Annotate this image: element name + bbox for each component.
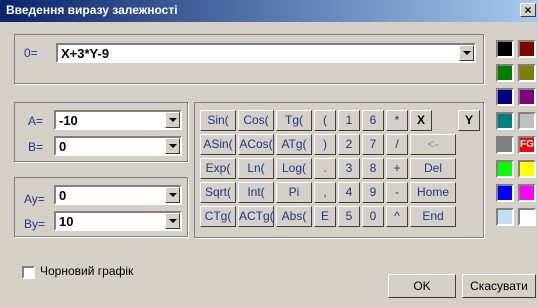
expression-input[interactable]: X+3*Y-9 — [56, 43, 476, 63]
key-4-5[interactable]: 0 — [362, 206, 384, 227]
key-4-7[interactable]: End — [410, 206, 456, 227]
expression-value: X+3*Y-9 — [61, 46, 110, 61]
chevron-down-icon[interactable] — [165, 138, 180, 154]
key-3-4[interactable]: 4 — [338, 182, 360, 203]
color-swatch[interactable] — [496, 184, 514, 202]
key-0-6[interactable]: * — [386, 110, 408, 131]
window-title: Введення виразу залежності — [6, 3, 178, 17]
key-2-0[interactable]: Exp( — [200, 158, 236, 179]
key-0-8[interactable]: Y — [458, 110, 480, 131]
title-bar: Введення виразу залежності × — [0, 0, 538, 22]
by-input[interactable]: 10 — [54, 211, 182, 231]
color-swatch[interactable] — [496, 136, 514, 154]
key-4-4[interactable]: 5 — [338, 206, 360, 227]
key-1-7[interactable]: <- — [410, 134, 456, 155]
draft-checkbox[interactable] — [22, 266, 35, 279]
color-swatch[interactable] — [496, 88, 514, 106]
b-input[interactable]: 0 — [54, 136, 182, 156]
key-2-5[interactable]: 8 — [362, 158, 384, 179]
close-button[interactable]: × — [520, 3, 536, 17]
cancel-button[interactable]: Скасувати — [462, 274, 536, 298]
color-swatch[interactable] — [518, 112, 536, 130]
draft-label: Чорновий графік — [40, 264, 134, 278]
color-swatch[interactable] — [496, 160, 514, 178]
ay-value: 0 — [59, 188, 67, 203]
key-2-7[interactable]: Del — [410, 158, 456, 179]
expression-label: 0= — [24, 46, 38, 60]
key-3-0[interactable]: Sqrt( — [200, 182, 236, 203]
a-input[interactable]: -10 — [54, 110, 182, 130]
a-label: A= — [28, 114, 44, 128]
ay-input[interactable]: 0 — [54, 185, 182, 205]
color-swatch[interactable]: FG — [518, 136, 536, 154]
chevron-down-icon[interactable] — [165, 213, 180, 229]
key-2-1[interactable]: Ln( — [238, 158, 274, 179]
color-swatch[interactable] — [518, 40, 536, 58]
color-swatch[interactable] — [518, 88, 536, 106]
chevron-down-icon[interactable] — [165, 112, 180, 128]
chevron-down-icon[interactable] — [459, 45, 474, 61]
key-3-6[interactable]: - — [386, 182, 408, 203]
by-label: By= — [24, 217, 46, 231]
key-4-2[interactable]: Abs( — [276, 206, 312, 227]
key-4-6[interactable]: ^ — [386, 206, 408, 227]
by-value: 10 — [59, 214, 74, 229]
key-4-1[interactable]: ACTg( — [238, 206, 274, 227]
key-4-3[interactable]: E — [314, 206, 336, 227]
ok-button[interactable]: OK — [388, 274, 456, 298]
color-swatch[interactable] — [496, 40, 514, 58]
key-3-2[interactable]: Pi — [276, 182, 312, 203]
color-swatch[interactable] — [518, 184, 536, 202]
key-0-2[interactable]: Tg( — [276, 110, 312, 131]
key-1-4[interactable]: 2 — [338, 134, 360, 155]
key-0-3[interactable]: ( — [314, 110, 336, 131]
key-0-0[interactable]: Sin( — [200, 110, 236, 131]
key-1-5[interactable]: 7 — [362, 134, 384, 155]
key-3-3[interactable]: , — [314, 182, 336, 203]
key-1-3[interactable]: ) — [314, 134, 336, 155]
chevron-down-icon[interactable] — [165, 187, 180, 203]
color-swatch[interactable] — [518, 64, 536, 82]
key-0-1[interactable]: Cos( — [238, 110, 274, 131]
key-1-0[interactable]: ASin( — [200, 134, 236, 155]
key-3-1[interactable]: Int( — [238, 182, 274, 203]
key-0-5[interactable]: 6 — [362, 110, 384, 131]
key-0-4[interactable]: 1 — [338, 110, 360, 131]
key-1-1[interactable]: ACos( — [238, 134, 274, 155]
key-1-2[interactable]: ATg( — [276, 134, 312, 155]
key-2-2[interactable]: Log( — [276, 158, 312, 179]
ay-label: Ay= — [24, 192, 45, 206]
key-1-6[interactable]: / — [386, 134, 408, 155]
b-label: B= — [28, 140, 44, 154]
color-swatch[interactable] — [518, 160, 536, 178]
color-swatch[interactable] — [518, 208, 536, 226]
color-swatch[interactable] — [496, 208, 514, 226]
key-2-3[interactable]: . — [314, 158, 336, 179]
key-3-7[interactable]: Home — [410, 182, 456, 203]
b-value: 0 — [59, 139, 67, 154]
key-2-4[interactable]: 3 — [338, 158, 360, 179]
key-3-5[interactable]: 9 — [362, 182, 384, 203]
color-swatch[interactable] — [496, 64, 514, 82]
key-0-7[interactable]: X — [410, 110, 432, 131]
a-value: -10 — [59, 113, 78, 128]
key-2-6[interactable]: + — [386, 158, 408, 179]
fg-label: FG — [520, 139, 534, 150]
color-swatch[interactable] — [496, 112, 514, 130]
key-4-0[interactable]: CTg( — [200, 206, 236, 227]
